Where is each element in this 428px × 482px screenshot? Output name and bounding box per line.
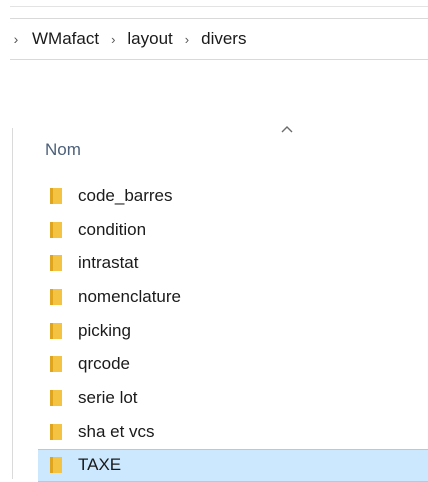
folder-name: sha et vcs [78,422,155,442]
breadcrumb-item-divers[interactable]: divers [199,29,248,49]
chevron-right-icon[interactable]: › [185,32,189,47]
address-bar[interactable]: › WMafact › layout › divers [10,18,428,60]
chevron-right-icon[interactable]: › [10,31,22,47]
folder-list: code_barres condition intrastat nomencla… [38,179,428,482]
folder-row[interactable]: picking [38,314,428,348]
folder-name: qrcode [78,354,130,374]
folder-row[interactable]: sha et vcs [38,415,428,449]
folder-icon [48,389,64,407]
breadcrumb-item-layout[interactable]: layout [125,29,174,49]
column-header-name[interactable]: Nom [45,140,81,160]
folder-row[interactable]: intrastat [38,246,428,280]
folder-icon [48,322,64,340]
folder-name: picking [78,321,131,341]
window-top-border [10,6,428,7]
chevron-right-icon[interactable]: › [111,32,115,47]
chevron-up-icon [280,124,294,134]
folder-name: condition [78,220,146,240]
folder-row[interactable]: condition [38,213,428,247]
folder-name: nomenclature [78,287,181,307]
folder-name: serie lot [78,388,138,408]
folder-row-selected[interactable]: TAXE [38,449,428,482]
folder-name: code_barres [78,186,173,206]
folder-name: TAXE [78,455,121,475]
folder-icon [48,254,64,272]
folder-row[interactable]: serie lot [38,381,428,415]
folder-icon [48,355,64,373]
folder-row[interactable]: nomenclature [38,280,428,314]
folder-icon [48,288,64,306]
folder-icon [48,221,64,239]
folder-icon [48,456,64,474]
folder-icon [48,187,64,205]
folder-row[interactable]: code_barres [38,179,428,213]
folder-row[interactable]: qrcode [38,347,428,381]
folder-name: intrastat [78,253,138,273]
breadcrumb-item-wmafact[interactable]: WMafact [30,29,101,49]
folder-icon [48,423,64,441]
